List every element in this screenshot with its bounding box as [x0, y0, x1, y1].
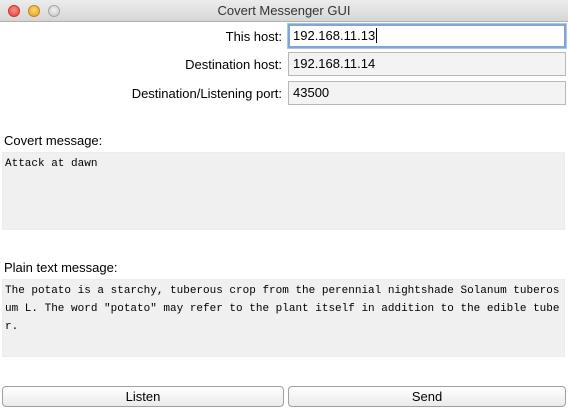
port-input[interactable]: 43500: [288, 81, 566, 105]
title-bar: Covert Messenger GUI: [0, 0, 568, 22]
destination-host-input[interactable]: 192.168.11.14: [288, 52, 566, 76]
destination-host-label: Destination host:: [185, 57, 282, 72]
this-host-label: This host:: [225, 29, 282, 44]
send-button[interactable]: Send: [288, 386, 566, 407]
plain-text-message-label: Plain text message:: [4, 260, 118, 275]
listen-button[interactable]: Listen: [2, 386, 284, 407]
text-caret: [376, 28, 378, 43]
covert-message-textarea[interactable]: Attack at dawn: [2, 152, 565, 230]
window-title: Covert Messenger GUI: [217, 3, 351, 18]
this-host-input[interactable]: 192.168.11.13: [288, 24, 566, 48]
port-label: Destination/Listening port:: [131, 86, 282, 101]
this-host-value: 192.168.11.13: [293, 28, 376, 43]
covert-message-label: Covert message:: [4, 133, 103, 148]
plain-text-message-textarea[interactable]: The potato is a starchy, tuberous crop f…: [2, 279, 565, 357]
